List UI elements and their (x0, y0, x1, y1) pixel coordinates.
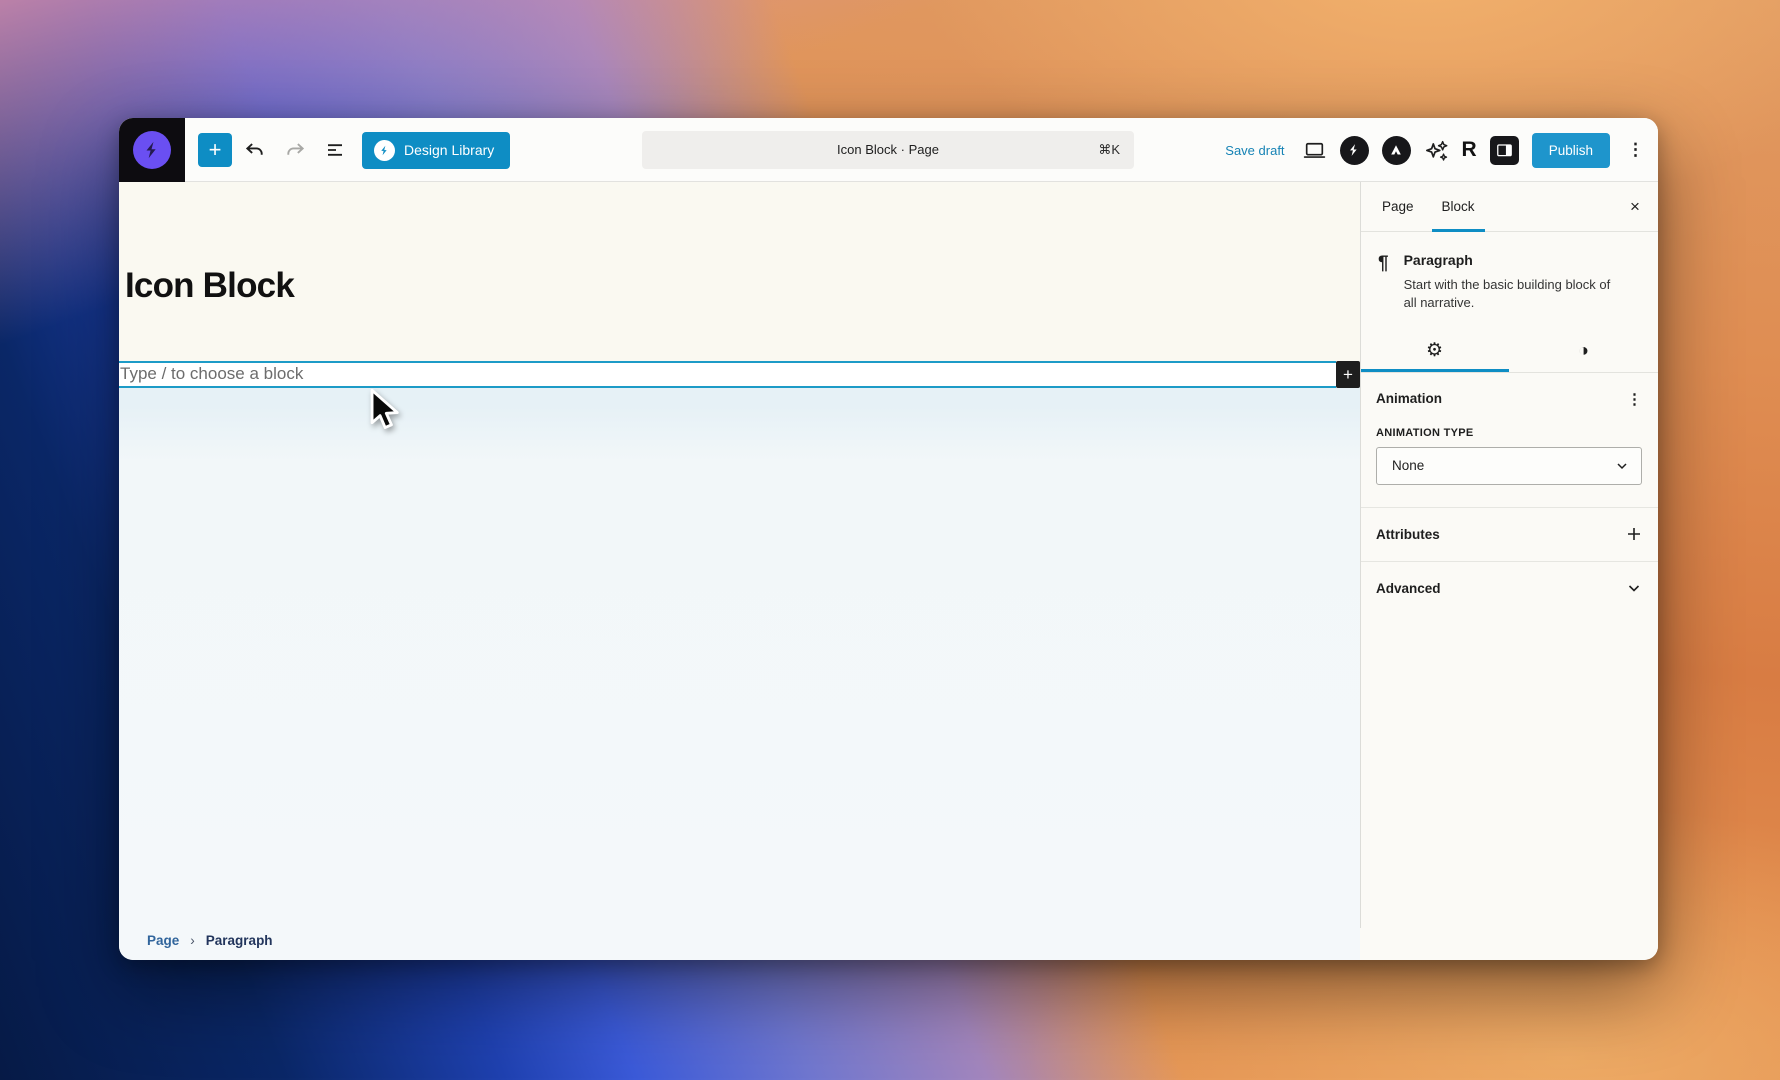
settings-panel-toggle-button[interactable] (1489, 135, 1519, 165)
styles-contrast-icon: ◑ (1578, 339, 1589, 360)
sidebar-layout-icon (1496, 143, 1512, 156)
mouse-cursor (370, 389, 399, 429)
settings-sidebar: Page Block × ¶ Paragraph Start with the … (1360, 182, 1658, 960)
design-library-label: Design Library (404, 142, 495, 158)
document-command-bar[interactable]: Icon Block · Page ⌘K (642, 131, 1134, 169)
stackable-settings-button[interactable] (1339, 135, 1369, 165)
advanced-panel-title: Advanced (1376, 580, 1441, 596)
theme-a-button[interactable] (1381, 135, 1411, 165)
editor-toolbar: + Design Library Icon Block · Page ⌘K Sa… (119, 118, 1658, 182)
breadcrumb: Page › Paragraph (147, 933, 273, 948)
animation-type-select[interactable]: None (1376, 446, 1642, 485)
tab-block[interactable]: Block (1428, 182, 1489, 232)
breadcrumb-page[interactable]: Page (147, 933, 179, 948)
gear-icon: ⚙ (1425, 339, 1444, 361)
list-view-icon (328, 144, 342, 156)
triangle-a-icon (1391, 145, 1401, 155)
editor-window: + Design Library Icon Block · Page ⌘K Sa… (119, 118, 1658, 960)
tab-styles[interactable]: ◑ (1509, 329, 1658, 372)
redo-button[interactable] (278, 133, 312, 167)
plus-icon (1628, 528, 1640, 541)
breadcrumb-paragraph[interactable]: Paragraph (206, 933, 273, 948)
stackable-bolt-icon (1350, 144, 1357, 156)
redo-icon (287, 143, 305, 155)
toolbar-right: Save draft R Publish ⋮ (1225, 118, 1648, 182)
save-draft-button[interactable]: Save draft (1225, 143, 1284, 158)
rank-math-button[interactable]: R (1462, 138, 1477, 162)
animation-panel-title: Animation (1376, 391, 1442, 407)
options-menu-button[interactable]: ⋮ (1623, 140, 1648, 160)
stackable-logo-icon (133, 131, 171, 169)
attributes-panel-title: Attributes (1376, 526, 1440, 542)
tab-settings[interactable]: ⚙ (1360, 329, 1509, 372)
editor-canvas[interactable]: Icon Block Type / to choose a block + Pa… (119, 182, 1360, 960)
animation-type-label: ANIMATION TYPE (1376, 426, 1474, 439)
command-shortcut: ⌘K (1098, 142, 1120, 157)
undo-button[interactable] (238, 133, 272, 167)
page-title[interactable]: Icon Block (125, 266, 295, 306)
editor-content: Icon Block Type / to choose a block + Pa… (119, 182, 1658, 960)
paragraph-block-icon: ¶ (1378, 253, 1389, 274)
undo-icon (245, 143, 263, 155)
lightning-bolt-icon (146, 141, 156, 159)
advanced-panel-toggle[interactable]: Advanced (1360, 562, 1658, 615)
preview-button[interactable] (1302, 138, 1327, 163)
sidebar-tabs: Page Block × (1360, 182, 1658, 232)
block-description: Start with the basic building block of a… (1403, 277, 1611, 311)
animation-panel: Animation ⋮ ANIMATION TYPE None (1360, 373, 1658, 507)
sparkles-icon (1425, 140, 1448, 161)
publish-button[interactable]: Publish (1531, 132, 1610, 168)
close-sidebar-button[interactable]: × (1622, 194, 1648, 220)
chevron-down-icon (1628, 585, 1640, 593)
stackable-logo-block[interactable] (119, 118, 185, 182)
breadcrumb-separator: › (190, 933, 195, 948)
design-library-s-icon (374, 139, 395, 161)
block-info-card: ¶ Paragraph Start with the basic buildin… (1360, 232, 1658, 329)
block-settings-tabs: ⚙ ◑ (1360, 329, 1658, 373)
canvas-sidebar-divider (1360, 182, 1361, 928)
ai-assistant-button[interactable] (1424, 138, 1449, 163)
block-inserter-button[interactable]: + (198, 133, 232, 167)
laptop-icon (1303, 142, 1325, 158)
design-library-button[interactable]: Design Library (362, 131, 511, 169)
block-name: Paragraph (1403, 252, 1473, 268)
selected-paragraph-block[interactable]: Type / to choose a block (119, 361, 1336, 388)
document-title: Icon Block · Page (837, 142, 939, 157)
animation-options-button[interactable]: ⋮ (1627, 390, 1642, 408)
tab-page[interactable]: Page (1368, 182, 1428, 231)
animation-type-value: None (1392, 458, 1425, 474)
toolbar-left: + Design Library (119, 118, 511, 182)
list-view-button[interactable] (318, 133, 352, 167)
block-appender-plus-button[interactable]: + (1336, 361, 1360, 388)
attributes-panel-toggle[interactable]: Attributes (1360, 508, 1658, 561)
paragraph-placeholder: Type / to choose a block (120, 364, 304, 383)
chevron-down-icon (1617, 463, 1627, 469)
rank-math-r-icon: R (1461, 138, 1477, 161)
